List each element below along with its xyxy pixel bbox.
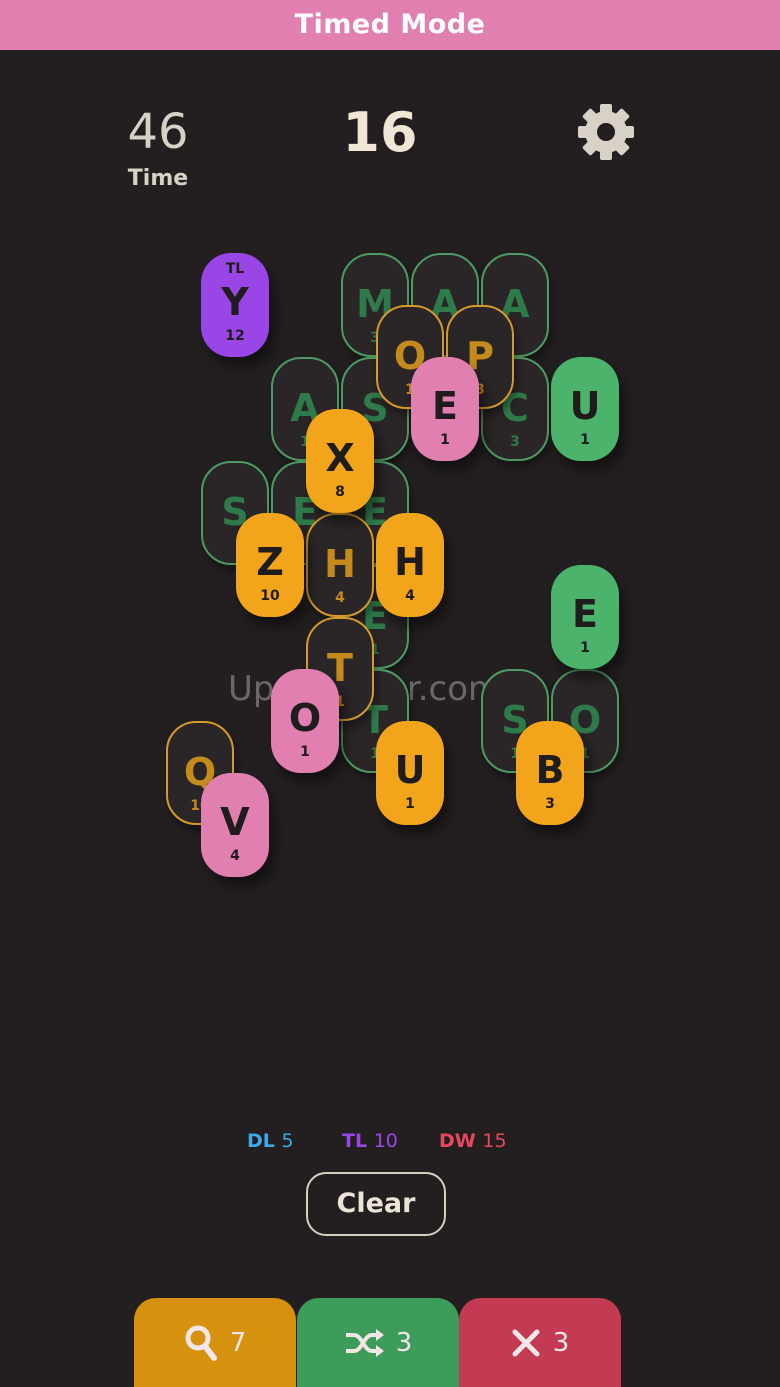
- letter-tile[interactable]: U1: [376, 721, 444, 825]
- tile-points: 8: [335, 484, 345, 500]
- letter-tile[interactable]: V4: [201, 773, 269, 877]
- tile-letter: X: [325, 436, 355, 480]
- bonus-dl-label: DL: [247, 1130, 275, 1152]
- tile-letter: V: [220, 800, 250, 844]
- letter-tile[interactable]: Z 10: [236, 513, 304, 617]
- tile-points: 1: [440, 432, 450, 448]
- remove-count: 3: [552, 1327, 570, 1358]
- letter-tile[interactable]: U1: [551, 357, 619, 461]
- clear-button[interactable]: Clear: [306, 1172, 446, 1236]
- tile-letter: H: [324, 542, 356, 586]
- tile-points: 3: [510, 434, 520, 450]
- tile-points: 1: [580, 640, 590, 656]
- tile-letter: U: [569, 384, 601, 428]
- tile-letter: E: [572, 592, 598, 636]
- bonus-dw-label: DW: [439, 1130, 476, 1152]
- tile-points: 4: [335, 590, 345, 606]
- tile-letter: B: [535, 748, 565, 792]
- tile-letter: E: [432, 384, 458, 428]
- time-remaining: 46: [127, 104, 189, 160]
- letter-tile[interactable]: TL Y 12: [201, 253, 269, 357]
- mode-title: Timed Mode: [294, 9, 486, 40]
- tile-letter: Y: [221, 280, 249, 324]
- bonus-dw: DW 15: [439, 1132, 507, 1151]
- tile-letter: Z: [256, 540, 284, 584]
- tile-points: 4: [230, 848, 240, 864]
- tile-points: 1: [300, 744, 310, 760]
- bonus-dw-value: 15: [482, 1130, 507, 1152]
- score: 16: [342, 101, 418, 164]
- letter-tile[interactable]: E1: [551, 565, 619, 669]
- shuffle-icon: [344, 1327, 384, 1359]
- letter-tile[interactable]: X8: [306, 409, 374, 513]
- bonus-dl: DL 5: [247, 1132, 294, 1151]
- letter-tile: H4: [306, 513, 374, 617]
- shuffle-count: 3: [395, 1327, 413, 1358]
- tile-letter: H: [394, 540, 426, 584]
- letter-tile[interactable]: O1: [271, 669, 339, 773]
- shuffle-button[interactable]: 3: [297, 1298, 459, 1387]
- tile-points: 10: [260, 588, 280, 604]
- tile-points: 1: [405, 796, 415, 812]
- tile-points: 4: [405, 588, 415, 604]
- letter-tile[interactable]: E1: [411, 357, 479, 461]
- close-icon: [511, 1328, 541, 1358]
- letter-tile[interactable]: H4: [376, 513, 444, 617]
- tile-points: 1: [580, 432, 590, 448]
- letter-tile[interactable]: B3: [516, 721, 584, 825]
- remove-button[interactable]: 3: [459, 1298, 621, 1387]
- mode-title-bar: Timed Mode: [0, 0, 780, 50]
- gear-icon[interactable]: [574, 100, 638, 164]
- tile-bonus-label: TL: [225, 261, 245, 277]
- tile-points: 3: [545, 796, 555, 812]
- time-label: Time: [127, 166, 189, 191]
- bonus-tl: TL 10: [342, 1132, 398, 1151]
- bonus-tl-label: TL: [342, 1130, 368, 1152]
- tile-letter: O: [288, 696, 322, 740]
- hint-button[interactable]: 7: [134, 1298, 296, 1387]
- bonus-tl-value: 10: [373, 1130, 398, 1152]
- tile-letter: U: [394, 748, 426, 792]
- hint-count: 7: [229, 1327, 247, 1358]
- tile-points: 12: [225, 328, 245, 344]
- search-icon: [184, 1324, 218, 1362]
- bonus-dl-value: 5: [281, 1130, 294, 1152]
